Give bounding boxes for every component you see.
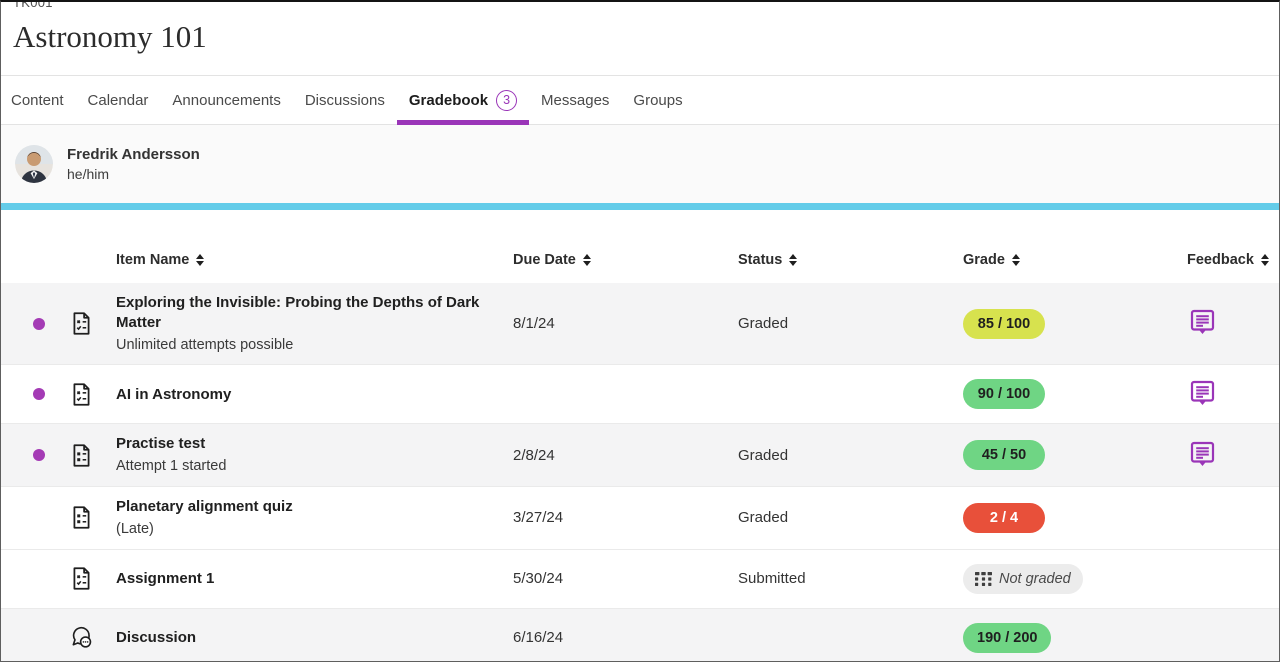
test-icon	[69, 382, 94, 407]
quiz-icon	[69, 505, 94, 530]
feedback-button[interactable]	[1189, 308, 1216, 335]
student-header[interactable]: Fredrik Andersson he/him	[1, 125, 1279, 203]
due-date-cell: 8/1/24	[513, 315, 738, 332]
course-code: TK001	[13, 2, 1279, 10]
quiz-icon	[69, 443, 94, 468]
unread-dot	[33, 318, 45, 330]
cyan-divider	[1, 203, 1279, 210]
tab-label: Content	[11, 92, 64, 109]
sort-icon	[196, 254, 204, 266]
tab-gradebook[interactable]: Gradebook 3	[397, 76, 529, 124]
sort-icon	[1261, 254, 1269, 266]
tab-announcements[interactable]: Announcements	[160, 76, 292, 124]
tab-bar: Content Calendar Announcements Discussio…	[1, 75, 1279, 125]
tab-messages[interactable]: Messages	[529, 76, 621, 124]
tab-content[interactable]: Content	[0, 76, 76, 124]
column-header-status[interactable]: Status	[738, 252, 963, 268]
item-title: AI in Astronomy	[116, 385, 493, 405]
status-cell: Graded	[738, 509, 963, 526]
status-cell: Graded	[738, 315, 963, 332]
item-title: Assignment 1	[116, 569, 493, 589]
item-title: Practise test	[116, 434, 493, 454]
due-date-cell: 6/16/24	[513, 629, 738, 646]
tab-discussions[interactable]: Discussions	[293, 76, 397, 124]
column-header-grade[interactable]: Grade	[963, 252, 1187, 268]
tab-label: Gradebook	[409, 92, 488, 109]
tab-label: Messages	[541, 92, 609, 109]
table-row[interactable]: Planetary alignment quiz (Late) 3/27/24 …	[1, 486, 1279, 549]
unread-dot	[33, 388, 45, 400]
gradebook-rows: Exploring the Invisible: Probing the Dep…	[1, 283, 1279, 662]
test-icon	[69, 311, 94, 336]
student-pronouns: he/him	[67, 166, 200, 182]
grade-pill[interactable]: 45 / 50	[963, 440, 1045, 470]
due-date-cell: 5/30/24	[513, 570, 738, 587]
student-name: Fredrik Andersson	[67, 146, 200, 163]
grade-pill[interactable]: 2 / 4	[963, 503, 1045, 533]
table-header: Item Name Due Date Status Grade Feedback	[1, 210, 1279, 283]
sort-icon	[1012, 254, 1020, 266]
item-title: Discussion	[116, 628, 493, 648]
tab-label: Calendar	[88, 92, 149, 109]
sort-icon	[583, 254, 591, 266]
item-title: Exploring the Invisible: Probing the Dep…	[116, 293, 493, 333]
tab-label: Announcements	[172, 92, 280, 109]
tab-badge: 3	[496, 90, 517, 111]
column-header-feedback[interactable]: Feedback	[1187, 252, 1280, 268]
status-cell: Graded	[738, 447, 963, 464]
table-row[interactable]: Practise test Attempt 1 started 2/8/24 G…	[1, 423, 1279, 486]
test-icon	[69, 566, 94, 591]
tab-label: Discussions	[305, 92, 385, 109]
item-subtitle: Unlimited attempts possible	[116, 336, 493, 355]
tab-calendar[interactable]: Calendar	[76, 76, 161, 124]
table-row[interactable]: Assignment 1 5/30/24 Submitted	[1, 549, 1279, 608]
status-cell: Submitted	[738, 570, 963, 587]
column-header-due-date[interactable]: Due Date	[513, 252, 738, 268]
item-title: Planetary alignment quiz	[116, 497, 493, 517]
tab-groups[interactable]: Groups	[621, 76, 694, 124]
feedback-button[interactable]	[1189, 440, 1216, 467]
item-subtitle: (Late)	[116, 520, 493, 539]
grade-pill[interactable]: 190 / 200	[963, 623, 1051, 653]
feedback-button[interactable]	[1189, 379, 1216, 406]
table-row[interactable]: AI in Astronomy 90 / 100	[1, 364, 1279, 423]
item-subtitle: Attempt 1 started	[116, 457, 493, 476]
active-tab-underline	[397, 120, 529, 125]
gradebook-page: TK001 Astronomy 101 Content Calendar Ann…	[0, 0, 1280, 662]
table-row[interactable]: Discussion 6/16/24 190 / 200	[1, 608, 1279, 662]
grade-pill[interactable]: 90 / 100	[963, 379, 1045, 409]
column-header-item-name[interactable]: Item Name	[105, 252, 513, 268]
due-date-cell: 3/27/24	[513, 509, 738, 526]
unread-dot	[33, 449, 45, 461]
not-graded-grid-icon	[975, 572, 992, 586]
grade-pill[interactable]: Not graded	[963, 564, 1083, 594]
course-header: TK001 Astronomy 101	[1, 2, 1279, 75]
due-date-cell: 2/8/24	[513, 447, 738, 464]
course-title: Astronomy 101	[13, 19, 1279, 55]
discussion-icon	[69, 625, 94, 650]
tab-label: Groups	[633, 92, 682, 109]
sort-icon	[789, 254, 797, 266]
grade-pill[interactable]: 85 / 100	[963, 309, 1045, 339]
table-row[interactable]: Exploring the Invisible: Probing the Dep…	[1, 283, 1279, 364]
avatar	[15, 145, 53, 183]
